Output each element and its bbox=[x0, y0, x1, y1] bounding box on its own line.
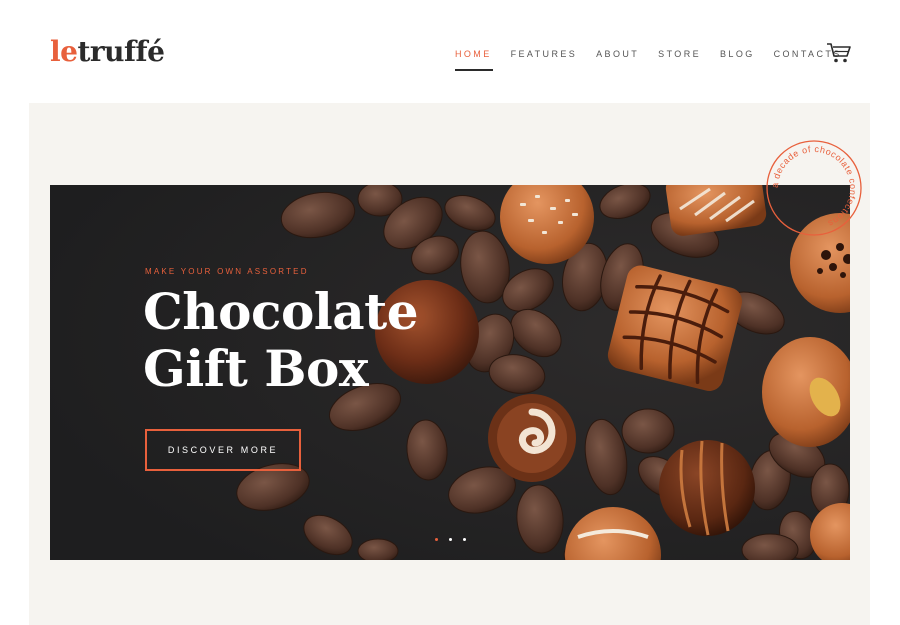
hero-title-line-2: Gift Box bbox=[143, 339, 369, 398]
badge-text: a decade of chocolate confections bbox=[770, 144, 858, 229]
decade-badge: a decade of chocolate confections bbox=[766, 140, 862, 236]
hero-title: Chocolate Gift Box bbox=[143, 283, 463, 397]
logo-prefix: le bbox=[50, 35, 78, 68]
hero-pretitle: MAKE YOUR OWN ASSORTED bbox=[145, 267, 309, 276]
nav-blog[interactable]: BLOG bbox=[720, 48, 755, 62]
main-nav: HOME FEATURES ABOUT STORE BLOG CONTACTS bbox=[455, 48, 842, 71]
nav-about[interactable]: ABOUT bbox=[596, 48, 639, 62]
nav-home[interactable]: HOME bbox=[455, 48, 493, 71]
brand-logo[interactable]: letruffé bbox=[50, 34, 165, 70]
slider-dot-2[interactable] bbox=[449, 538, 452, 541]
discover-more-button[interactable]: DISCOVER MORE bbox=[145, 429, 301, 471]
nav-store[interactable]: STORE bbox=[658, 48, 701, 62]
svg-text:a decade of chocolate confecti: a decade of chocolate confections bbox=[770, 144, 858, 229]
slider-dot-1[interactable] bbox=[435, 538, 438, 541]
slider-pagination bbox=[435, 538, 466, 541]
shopping-cart-icon[interactable] bbox=[826, 42, 852, 64]
hero-slider: MAKE YOUR OWN ASSORTED Chocolate Gift Bo… bbox=[50, 185, 850, 560]
nav-features[interactable]: FEATURES bbox=[511, 48, 578, 62]
logo-rest: truffé bbox=[77, 35, 165, 68]
hero-title-line-1: Chocolate bbox=[143, 282, 419, 341]
slider-dot-3[interactable] bbox=[463, 538, 466, 541]
